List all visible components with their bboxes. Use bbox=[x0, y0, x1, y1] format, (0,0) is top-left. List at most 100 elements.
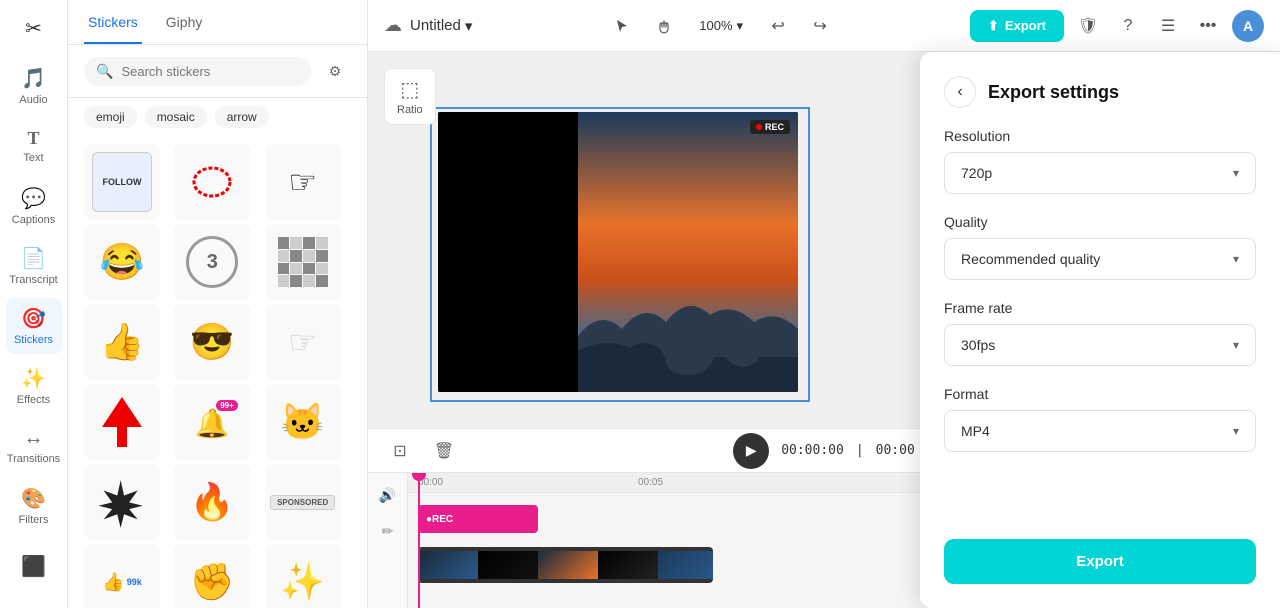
video-sunset: REC bbox=[578, 112, 798, 392]
clip-size-icon[interactable]: ⊡ bbox=[384, 435, 416, 467]
ratio-label: Ratio bbox=[397, 104, 423, 116]
sidebar-item-label: Text bbox=[23, 152, 43, 164]
sticker-fire[interactable]: 🔥 bbox=[174, 464, 250, 540]
sticker-cursor-pointer[interactable]: ☞ bbox=[265, 304, 341, 380]
format-value: MP4 bbox=[961, 423, 990, 439]
sticker-sparkle-stars[interactable]: ✨ bbox=[265, 544, 341, 608]
cloud-icon: ☁ bbox=[384, 15, 402, 36]
sidebar-item-label: Audio bbox=[19, 94, 47, 106]
frame-rate-chevron-icon: ▾ bbox=[1233, 338, 1239, 352]
sticker-sponsored[interactable]: SPONSORED bbox=[265, 464, 341, 540]
sticker-burst[interactable] bbox=[84, 464, 160, 540]
hand-tool-button[interactable] bbox=[647, 9, 681, 43]
sticker-countdown[interactable]: 3 bbox=[174, 224, 250, 300]
sidebar-item-label: Effects bbox=[17, 394, 50, 406]
ratio-button[interactable]: ⬚ Ratio bbox=[384, 68, 436, 125]
more-icon-btn[interactable]: ••• bbox=[1192, 10, 1224, 42]
search-input-wrapper[interactable]: 🔍 bbox=[84, 57, 311, 86]
frame-rate-label: Frame rate bbox=[944, 300, 1256, 316]
tab-giphy[interactable]: Giphy bbox=[162, 0, 207, 44]
resolution-label: Resolution bbox=[944, 128, 1256, 144]
sticker-follow-badge[interactable]: FOLLOW bbox=[84, 144, 160, 220]
video-clip[interactable] bbox=[418, 547, 713, 583]
sidebar-item-text[interactable]: T Text bbox=[6, 118, 62, 174]
filter-button[interactable]: ⚙ bbox=[319, 55, 351, 87]
topbar-left: ☁ Untitled ▾ bbox=[384, 15, 472, 36]
filters-icon: 🎨 bbox=[21, 486, 46, 511]
edit-button[interactable]: ✏ bbox=[374, 517, 402, 545]
sidebar-item-audio[interactable]: 🎵 Audio bbox=[6, 58, 62, 114]
quality-dropdown[interactable]: Recommended quality ▾ bbox=[944, 238, 1256, 280]
sticker-circle-scribble[interactable] bbox=[174, 144, 250, 220]
sidebar-item-transitions[interactable]: ↔ Transitions bbox=[6, 418, 62, 474]
zoom-control[interactable]: 100% ▾ bbox=[689, 14, 753, 38]
sticker-notification-badge[interactable]: 🔔99+ bbox=[174, 384, 250, 460]
volume-button[interactable]: 🔊 bbox=[374, 481, 402, 509]
back-button[interactable]: ‹ bbox=[944, 76, 976, 108]
sidebar-item-stickers[interactable]: 🎯 Stickers bbox=[6, 298, 62, 354]
search-input[interactable] bbox=[121, 64, 299, 79]
redo-button[interactable]: ↪ bbox=[803, 9, 837, 43]
timeline-left-controls: 🔊 ✏ bbox=[368, 473, 408, 608]
video-thumb-2 bbox=[478, 551, 538, 579]
transitions-icon: ↔ bbox=[24, 427, 44, 450]
sticker-red-arrow[interactable] bbox=[84, 384, 160, 460]
sidebar-item-label: Transitions bbox=[7, 453, 60, 465]
topbar: ☁ Untitled ▾ 100% ▾ ↩ ↪ ⬆ Export bbox=[368, 0, 1280, 52]
pointer-tool-button[interactable] bbox=[605, 9, 639, 43]
frame-rate-dropdown[interactable]: 30fps ▾ bbox=[944, 324, 1256, 366]
sticker-laughing[interactable]: 😂 bbox=[84, 224, 160, 300]
play-button[interactable]: ▶ bbox=[733, 433, 769, 469]
sticker-hand-pointer[interactable]: ☞ bbox=[265, 144, 341, 220]
sticker-clip[interactable]: ●REC bbox=[418, 505, 538, 533]
resolution-dropdown[interactable]: 720p ▾ bbox=[944, 152, 1256, 194]
rec-text: REC bbox=[765, 122, 784, 132]
resolution-field: Resolution 720p ▾ bbox=[944, 128, 1256, 194]
delete-clip-button[interactable]: 🗑 bbox=[428, 435, 460, 467]
rec-dot bbox=[756, 124, 762, 130]
effects-icon: ✨ bbox=[21, 366, 46, 391]
filter-tag-emoji[interactable]: emoji bbox=[84, 106, 137, 128]
export-button[interactable]: ⬆ Export bbox=[970, 10, 1064, 42]
sidebar-item-subtitles[interactable]: ⬛ bbox=[6, 538, 62, 594]
sticker-mosaic[interactable] bbox=[265, 224, 341, 300]
avatar[interactable]: A bbox=[1232, 10, 1264, 42]
sidebar-item-captions[interactable]: 💬 Captions bbox=[6, 178, 62, 234]
sticker-sparkle-fist[interactable]: ✊ bbox=[174, 544, 250, 608]
sidebar-item-filters[interactable]: 🎨 Filters bbox=[6, 478, 62, 534]
format-chevron-icon: ▾ bbox=[1233, 424, 1239, 438]
project-name[interactable]: Untitled ▾ bbox=[410, 17, 472, 35]
undo-button[interactable]: ↩ bbox=[761, 9, 795, 43]
export-icon: ⬆ bbox=[988, 18, 999, 34]
sidebar-item-label: Stickers bbox=[14, 334, 53, 346]
timecode: 00:00:00 bbox=[781, 443, 844, 458]
timeline-playhead[interactable] bbox=[418, 473, 420, 608]
filter-tag-mosaic[interactable]: mosaic bbox=[145, 106, 207, 128]
app-logo[interactable]: ✂ bbox=[16, 10, 52, 46]
transcript-icon: 📄 bbox=[21, 246, 46, 271]
frame-rate-field: Frame rate 30fps ▾ bbox=[944, 300, 1256, 366]
sticker-sunglasses[interactable]: 😎 bbox=[174, 304, 250, 380]
sidebar-item-transcript[interactable]: 📄 Transcript bbox=[6, 238, 62, 294]
sticker-cat[interactable]: 🐱 bbox=[265, 384, 341, 460]
layout-icon-btn[interactable]: ☰ bbox=[1152, 10, 1184, 42]
format-field: Format MP4 ▾ bbox=[944, 386, 1256, 452]
export-panel: ‹ Export settings Resolution 720p ▾ Qual… bbox=[920, 52, 1280, 608]
sticker-thumbs-up-animated[interactable]: 👍 bbox=[84, 304, 160, 380]
sidebar-item-effects[interactable]: ✨ Effects bbox=[6, 358, 62, 414]
sticker-like-counter[interactable]: 👍99k bbox=[84, 544, 160, 608]
help-icon-btn[interactable]: ? bbox=[1112, 10, 1144, 42]
filter-icon: ⚙ bbox=[329, 63, 342, 80]
filter-tag-arrow[interactable]: arrow bbox=[215, 106, 269, 128]
topbar-center: 100% ▾ ↩ ↪ bbox=[605, 9, 837, 43]
sticker-grid: FOLLOW ☞ 😂 3 👍 😎 bbox=[68, 136, 367, 608]
export-submit-button[interactable]: Export bbox=[944, 539, 1256, 584]
stickers-panel: Stickers Giphy 🔍 ⚙ emoji mosaic arrow FO… bbox=[68, 0, 368, 608]
export-panel-header: ‹ Export settings bbox=[944, 76, 1256, 108]
resolution-value: 720p bbox=[961, 165, 992, 181]
chevron-down-icon: ▾ bbox=[465, 17, 473, 35]
shield-icon-btn[interactable]: 🛡 bbox=[1072, 10, 1104, 42]
tab-stickers[interactable]: Stickers bbox=[84, 0, 142, 44]
format-dropdown[interactable]: MP4 ▾ bbox=[944, 410, 1256, 452]
captions-icon: 💬 bbox=[21, 186, 46, 211]
